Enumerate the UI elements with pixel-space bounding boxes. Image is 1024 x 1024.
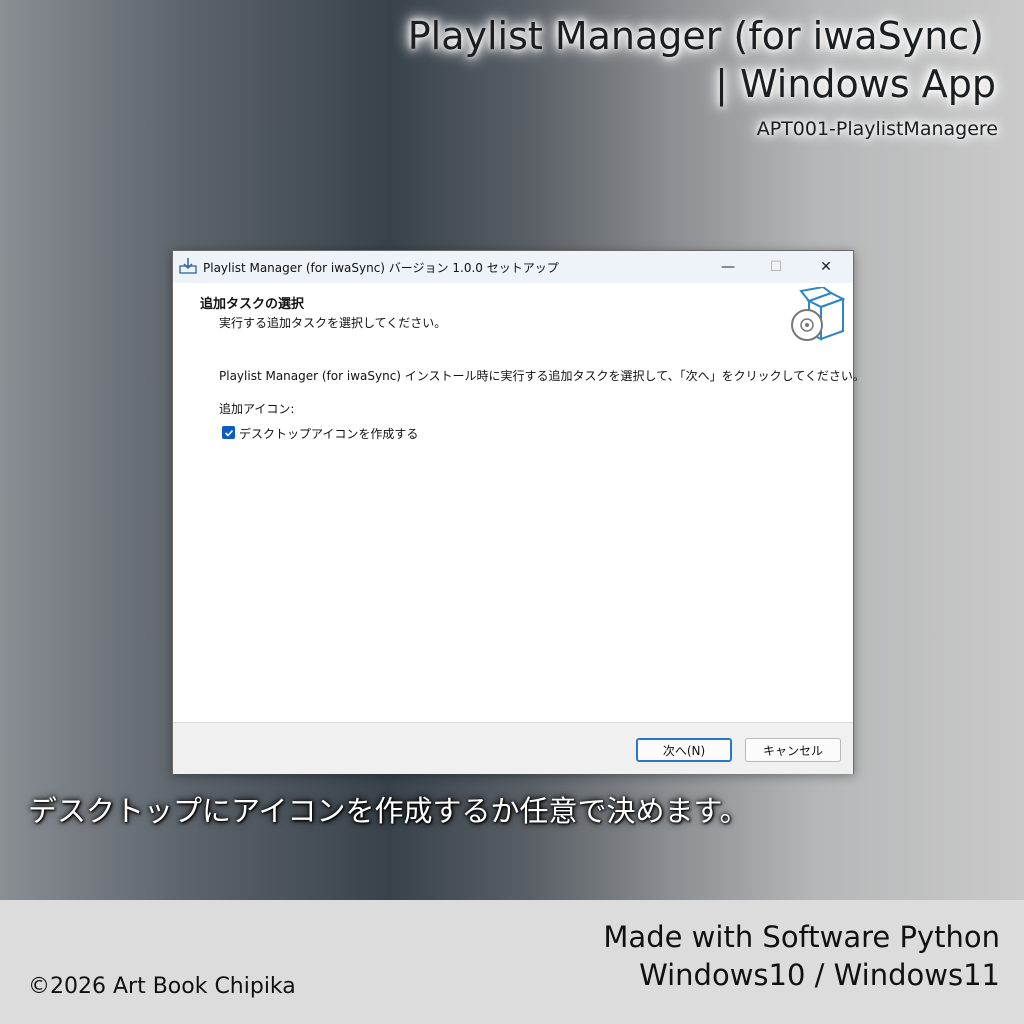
installer-download-icon bbox=[179, 258, 197, 274]
minimize-button[interactable]: — bbox=[705, 251, 751, 283]
close-button[interactable]: ✕ bbox=[803, 251, 849, 283]
desktop-icon-checkbox-label[interactable]: デスクトップアイコンを作成する bbox=[239, 425, 418, 442]
dialog-button-bar: 次へ(N) キャンセル bbox=[173, 722, 853, 774]
dialog-window-title: Playlist Manager (for iwaSync) バージョン 1.0… bbox=[203, 261, 559, 275]
dialog-titlebar[interactable]: Playlist Manager (for iwaSync) バージョン 1.0… bbox=[173, 251, 853, 283]
copyright-text: ©2026 Art Book Chipika bbox=[28, 974, 296, 999]
section-subtitle: 実行する追加タスクを選択してください。 bbox=[219, 316, 447, 330]
cancel-button[interactable]: キャンセル bbox=[745, 738, 841, 762]
desktop-icon-checkbox[interactable] bbox=[222, 426, 235, 439]
additional-icons-label: 追加アイコン: bbox=[219, 402, 295, 416]
instruction-text: Playlist Manager (for iwaSync) インストール時に実… bbox=[219, 369, 865, 383]
maximize-button[interactable]: ☐ bbox=[753, 251, 799, 283]
banner-title-line2: | Windows App bbox=[715, 62, 996, 106]
package-disc-icon bbox=[791, 287, 846, 341]
setup-dialog: Playlist Manager (for iwaSync) バージョン 1.0… bbox=[172, 250, 865, 774]
checkmark-icon bbox=[224, 429, 233, 437]
next-button[interactable]: 次へ(N) bbox=[636, 738, 732, 762]
banner-title-line1: Playlist Manager (for iwaSync) bbox=[407, 14, 984, 58]
section-title: 追加タスクの選択 bbox=[200, 297, 305, 312]
made-with-text: Made with Software Python bbox=[603, 920, 1000, 954]
product-code: APT001-PlaylistManagere bbox=[756, 118, 998, 140]
caption-text: デスクトップにアイコンを作成するか任意で決めます。 bbox=[28, 794, 749, 828]
platforms-text: Windows10 / Windows11 bbox=[639, 958, 1000, 992]
